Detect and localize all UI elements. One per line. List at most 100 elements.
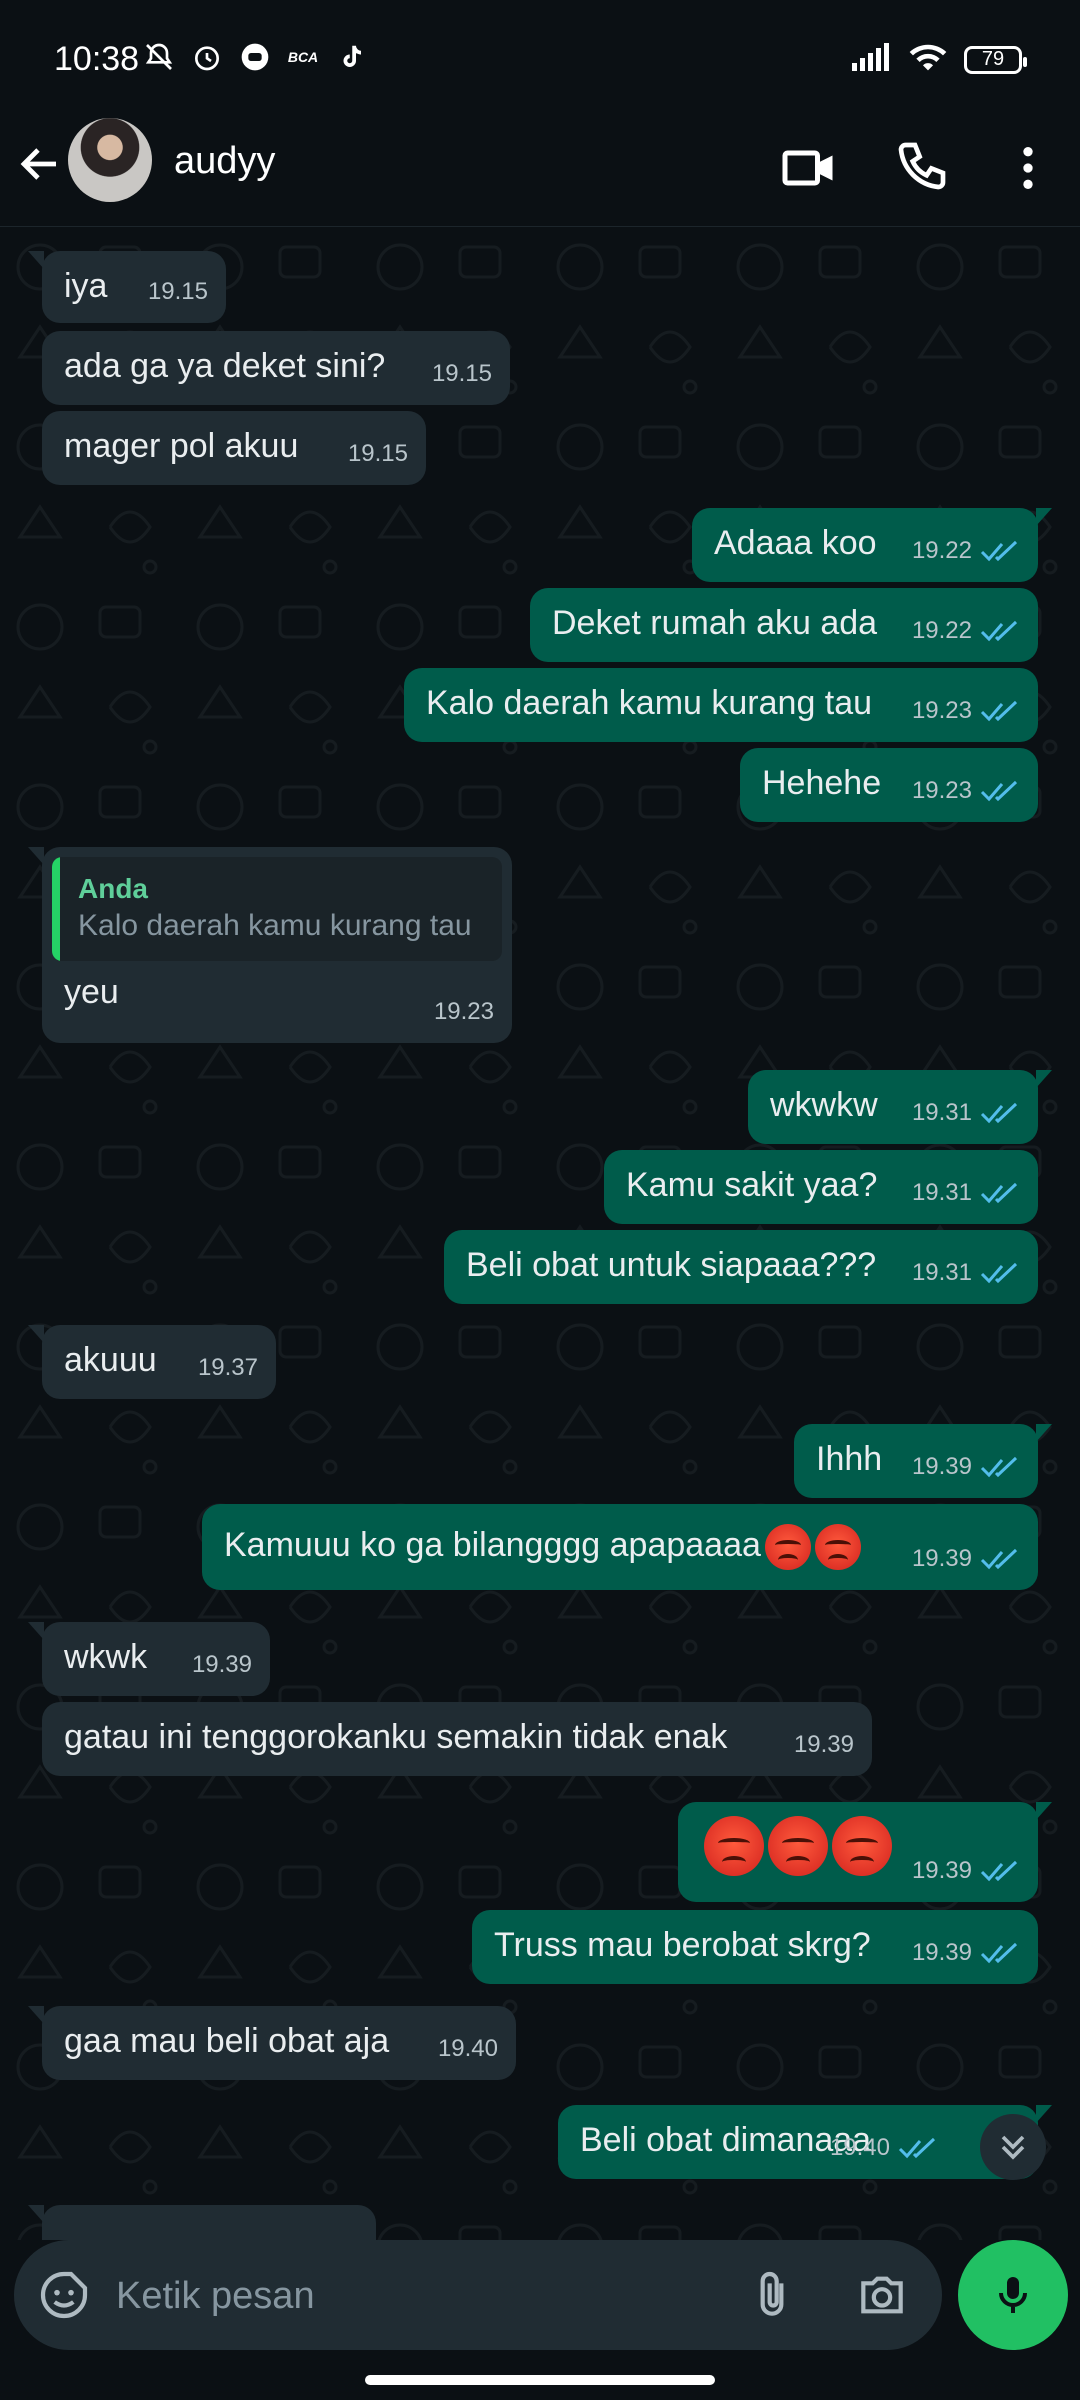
- message-outgoing[interactable]: Kamu sakit yaa? 19.31: [604, 1150, 1038, 1224]
- message-outgoing[interactable]: wkwkw 19.31: [748, 1070, 1052, 1144]
- message-text: gaa mau beli obat aja: [64, 2022, 390, 2060]
- message-time: 19.39: [911, 1857, 972, 1884]
- read-ticks-icon: [898, 2137, 936, 2159]
- back-button[interactable]: [16, 140, 76, 200]
- message-time: 19.23: [911, 697, 972, 724]
- double-chevron-down-icon: [1001, 2135, 1025, 2160]
- read-ticks-icon: [980, 700, 1018, 722]
- video-camera-icon: [782, 150, 833, 186]
- message-incoming[interactable]: iya 19.15: [28, 251, 226, 323]
- message-outgoing[interactable]: Adaaa koo 19.22: [692, 508, 1052, 582]
- camera-button[interactable]: [854, 2267, 910, 2323]
- read-ticks-icon: [980, 620, 1018, 642]
- message-time: 19.39: [911, 1545, 972, 1572]
- message-outgoing[interactable]: Truss mau berobat skrg? 19.39: [472, 1910, 1038, 1984]
- wifi-icon: [908, 42, 948, 77]
- message-text: akuuu: [64, 1341, 157, 1379]
- message-outgoing[interactable]: Ihhh 19.39: [794, 1424, 1052, 1498]
- message-incoming[interactable]: wkwk 19.39: [28, 1622, 270, 1696]
- message-incoming[interactable]: akuuu 19.37: [28, 1325, 276, 1399]
- read-ticks-icon: [980, 1942, 1018, 1964]
- status-time: 10:38: [54, 40, 140, 78]
- message-time: 19.37: [197, 1354, 258, 1381]
- message-time: 19.15: [431, 360, 492, 387]
- message-time: 19.15: [147, 278, 208, 305]
- menu-button[interactable]: [1000, 138, 1056, 202]
- message-time: 19.23: [433, 998, 494, 1025]
- music-icon: [238, 40, 272, 74]
- message-outgoing[interactable]: 19.39: [678, 1802, 1052, 1902]
- message-text: iya: [64, 267, 108, 305]
- message-incoming[interactable]: gatau ini tenggorokanku semakin tidak en…: [42, 1702, 872, 1776]
- quoted-sender: Anda: [78, 873, 148, 904]
- message-time: 19.39: [793, 1731, 854, 1758]
- phone-icon: [898, 142, 946, 190]
- sticker-smiley-icon: [40, 2271, 88, 2319]
- read-ticks-icon: [980, 1860, 1018, 1882]
- angry-face-emoji: [704, 1816, 764, 1876]
- microphone-icon: [999, 2277, 1027, 2313]
- voice-message-button[interactable]: [958, 2240, 1068, 2350]
- scroll-to-bottom-button[interactable]: [980, 2114, 1046, 2180]
- message-time: 19.22: [911, 617, 972, 644]
- message-text: wkwk: [64, 1638, 148, 1676]
- message-input[interactable]: [114, 2272, 658, 2320]
- attach-button[interactable]: [744, 2267, 800, 2323]
- message-outgoing[interactable]: Kalo daerah kamu kurang tau 19.23: [404, 668, 1038, 742]
- camera-icon: [861, 2276, 903, 2314]
- message-text: wkwkw: [770, 1086, 878, 1124]
- message-time: 19.31: [911, 1099, 972, 1126]
- message-time: 19.39: [911, 1939, 972, 1966]
- message-incoming[interactable]: gaa mau beli obat aja 19.40: [28, 2006, 516, 2080]
- message-incoming-partial[interactable]: [28, 2205, 376, 2240]
- read-ticks-icon: [980, 780, 1018, 802]
- angry-face-emoji: [832, 1816, 892, 1876]
- message-list[interactable]: iya 19.15 ada ga ya deket sini? 19.15 ma…: [0, 227, 1080, 2240]
- battery-indicator: 79: [964, 45, 1027, 74]
- message-incoming[interactable]: ada ga ya deket sini? 19.15: [42, 331, 510, 405]
- message-incoming[interactable]: mager pol akuu 19.15: [42, 411, 426, 485]
- quoted-message[interactable]: Anda Kalo daerah kamu kurang tau: [52, 857, 502, 961]
- signal-icon: [852, 43, 892, 76]
- more-vertical-icon: [1023, 147, 1033, 189]
- message-outgoing[interactable]: Kamuuu ko ga bilangggg apapaaaa 19.39: [202, 1504, 1038, 1590]
- contact-name[interactable]: audyy: [174, 140, 275, 183]
- tiktok-icon: [334, 40, 368, 74]
- message-time: 19.31: [911, 1259, 972, 1286]
- read-ticks-icon: [980, 1102, 1018, 1124]
- message-text: yeu: [64, 973, 119, 1011]
- message-text: Hehehe: [762, 764, 882, 802]
- paperclip-icon: [760, 2271, 784, 2316]
- message-outgoing[interactable]: Hehehe 19.23: [740, 748, 1038, 822]
- message-text: Kamu sakit yaa?: [626, 1166, 878, 1204]
- quoted-text: Kalo daerah kamu kurang tau: [78, 909, 472, 942]
- message-outgoing[interactable]: Deket rumah aku ada 19.22: [530, 588, 1038, 662]
- video-call-button[interactable]: [780, 138, 844, 202]
- message-time: 19.31: [911, 1179, 972, 1206]
- angry-face-emoji: [814, 1524, 861, 1571]
- read-ticks-icon: [980, 1456, 1018, 1478]
- message-text: Adaaa koo: [714, 524, 877, 562]
- contact-avatar[interactable]: [68, 118, 152, 202]
- message-time: 19.39: [191, 1651, 252, 1678]
- mute-bell-icon: [142, 40, 176, 74]
- message-text: Truss mau berobat skrg?: [494, 1926, 871, 1964]
- message-outgoing[interactable]: Beli obat dimanaaa 19.40: [558, 2105, 1052, 2179]
- message-text: Kalo daerah kamu kurang tau: [426, 684, 873, 722]
- message-input-bar: [14, 2240, 942, 2350]
- message-text: Kamuuu ko ga bilangggg apapaaaa: [224, 1526, 761, 1564]
- read-ticks-icon: [980, 540, 1018, 562]
- message-time: 19.40: [829, 2134, 890, 2161]
- message-text: mager pol akuu: [64, 427, 299, 465]
- chat-header: audyy: [0, 118, 1080, 227]
- message-incoming-reply[interactable]: Anda Kalo daerah kamu kurang tau yeu 19.…: [28, 847, 512, 1043]
- voice-call-button[interactable]: [894, 138, 958, 202]
- message-text: Deket rumah aku ada: [552, 604, 878, 642]
- emoji-button[interactable]: [36, 2267, 92, 2323]
- message-outgoing[interactable]: Beli obat untuk siapaaa??? 19.31: [444, 1230, 1038, 1304]
- arrow-left-icon: [20, 148, 56, 180]
- home-indicator[interactable]: [365, 2375, 715, 2385]
- bca-icon: BCA: [287, 49, 319, 65]
- status-bar: 10:38 BCA 79: [0, 0, 1080, 118]
- message-time: 19.39: [911, 1453, 972, 1480]
